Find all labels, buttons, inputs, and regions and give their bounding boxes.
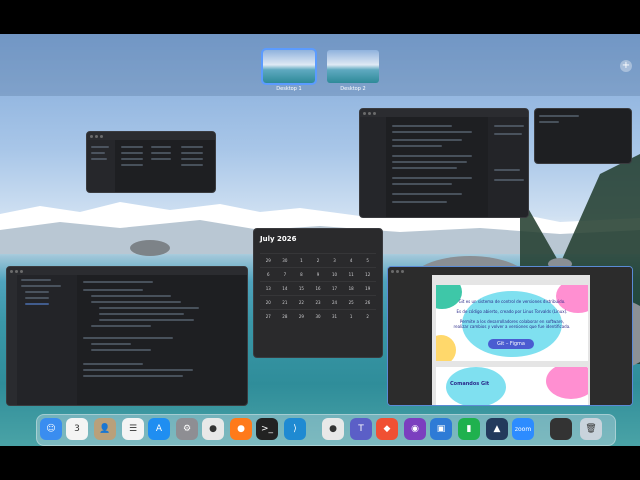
calendar-day[interactable]: 26: [359, 295, 376, 309]
editor-bottom-titlebar: [7, 267, 247, 275]
system-settings-icon[interactable]: ⚙: [176, 418, 198, 440]
calendar-day[interactable]: 9: [309, 267, 327, 281]
calendar-day[interactable]: 24: [326, 295, 343, 309]
chat-panel: [488, 117, 528, 217]
finder-window[interactable]: [86, 131, 216, 193]
code-editor-window-top[interactable]: [359, 108, 529, 218]
calendar-day[interactable]: 28: [276, 309, 294, 323]
vscode-icon[interactable]: ⟩: [284, 418, 306, 440]
code-editor-window-bottom[interactable]: [6, 266, 248, 406]
teams-icon[interactable]: T: [350, 418, 372, 440]
calendar-day[interactable]: 20: [260, 295, 277, 309]
frame-comandos-git[interactable]: Comandos Git: [436, 367, 588, 405]
window-preview-icon[interactable]: [550, 418, 572, 440]
github-desktop-icon[interactable]: ◉: [404, 418, 426, 440]
terminal-icon[interactable]: >_: [256, 418, 278, 440]
calendar-day[interactable]: 6: [260, 267, 277, 281]
figma-window[interactable]: Git es un sistema de control de versione…: [387, 266, 633, 406]
calendar-day[interactable]: 21: [276, 295, 294, 309]
chrome-icon[interactable]: ●: [202, 418, 224, 440]
calendar-day[interactable]: 16: [309, 281, 327, 295]
terminal-window[interactable]: [534, 108, 632, 164]
calendar-day[interactable]: 22: [293, 295, 310, 309]
spaces-bar: [0, 34, 640, 96]
calendar-day[interactable]: 10: [326, 267, 343, 281]
space-thumbnail-desktop-2[interactable]: [327, 50, 379, 83]
space-label-desktop-2: Desktop 2: [340, 86, 366, 92]
app-store-icon[interactable]: A: [148, 418, 170, 440]
calendar-day[interactable]: 17: [326, 281, 343, 295]
figma-text-line3: Permite a los desarrolladores colaborar …: [453, 319, 571, 329]
calendar-day[interactable]: 8: [293, 267, 310, 281]
figma-section-title: Comandos Git: [450, 381, 490, 387]
space-thumbnail-desktop-1[interactable]: [261, 48, 317, 85]
trash-icon[interactable]: 🗑: [580, 418, 602, 440]
calendar-icon[interactable]: 3: [66, 418, 88, 440]
zoom-icon[interactable]: zoom: [512, 418, 534, 440]
calendar-day[interactable]: 7: [276, 267, 294, 281]
calendar-month-title: July 2026: [260, 235, 297, 243]
frame-git-intro[interactable]: Git es un sistema de control de versione…: [436, 285, 588, 361]
mission-control-screen: Desktop 1 Desktop 2 + July 2026 29 30 1 …: [0, 0, 640, 480]
calendar-day[interactable]: 27: [260, 309, 277, 323]
calendar-day[interactable]: 31: [326, 309, 343, 323]
figma-git-button[interactable]: Git – Figma: [488, 339, 534, 349]
figma-text-line2: Es de código abierto, creado por Linus T…: [456, 309, 568, 314]
finder-titlebar: [87, 132, 215, 140]
calendar-day[interactable]: 29: [260, 253, 277, 267]
figma-text-line1: Git es un sistema de control de versione…: [458, 299, 566, 304]
android-studio-icon[interactable]: ▲: [486, 418, 508, 440]
calendar-day[interactable]: 12: [359, 267, 376, 281]
calendar-grid: 29 30 1 2 3 4 5 6 7 8 9 10 11 12 13 14 15 16 17 18 19 20 21 22 2…: [260, 253, 376, 351]
editor-titlebar: [360, 109, 528, 117]
reminders-icon[interactable]: ☰: [122, 418, 144, 440]
calendar-day[interactable]: 29: [293, 309, 310, 323]
calendar-day[interactable]: 11: [342, 267, 360, 281]
calendar-day[interactable]: 14: [276, 281, 294, 295]
figma-titlebar: [388, 267, 632, 275]
figma-layers-panel: [388, 275, 432, 405]
figma-canvas[interactable]: Git es un sistema de control de versione…: [432, 275, 590, 405]
git-icon[interactable]: ◆: [376, 418, 398, 440]
calendar-day[interactable]: 23: [309, 295, 327, 309]
calendar-day[interactable]: 3: [326, 253, 343, 267]
calendar-day[interactable]: 1: [342, 309, 360, 323]
add-space-button[interactable]: +: [620, 60, 632, 72]
calendar-day[interactable]: 30: [309, 309, 327, 323]
calendar-day[interactable]: 2: [309, 253, 327, 267]
calendar-day[interactable]: 13: [260, 281, 277, 295]
editor-explorer-panel: [360, 117, 386, 217]
calendar-day[interactable]: 15: [293, 281, 310, 295]
space-label-desktop-1: Desktop 1: [276, 86, 302, 92]
chrome-2-icon[interactable]: ●: [322, 418, 344, 440]
finder-icon[interactable]: ☺: [40, 418, 62, 440]
explorer-panel: [17, 275, 77, 405]
calendar-day[interactable]: 18: [342, 281, 360, 295]
figma-properties-panel: [590, 275, 632, 405]
calendar-day[interactable]: 25: [342, 295, 360, 309]
calendar-day[interactable]: 1: [293, 253, 310, 267]
calendar-day[interactable]: 5: [359, 253, 376, 267]
calendar-window[interactable]: July 2026 29 30 1 2 3 4 5 6 7 8 9 10 11 12 13 14 15 16 17 1…: [253, 228, 383, 358]
calendar-day[interactable]: 4: [342, 253, 360, 267]
calendar-day[interactable]: 30: [276, 253, 294, 267]
calendar-day[interactable]: 19: [359, 281, 376, 295]
contacts-icon[interactable]: 👤: [94, 418, 116, 440]
numbers-icon[interactable]: ▮: [458, 418, 480, 440]
virtualbox-icon[interactable]: ▣: [430, 418, 452, 440]
firefox-icon[interactable]: ●: [230, 418, 252, 440]
activity-bar: [7, 275, 17, 405]
calendar-day[interactable]: 2: [359, 309, 376, 323]
